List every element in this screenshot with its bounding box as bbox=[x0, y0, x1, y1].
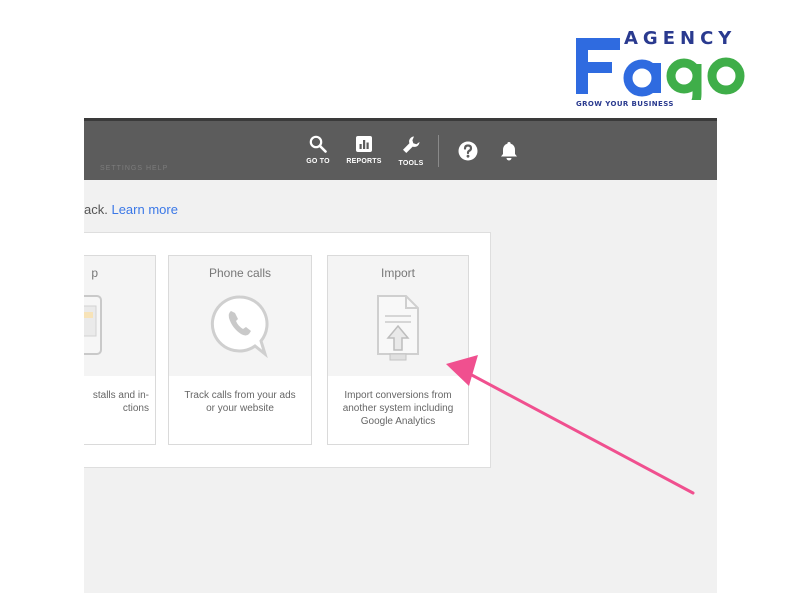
reports-icon bbox=[356, 136, 372, 152]
logo-tagline: GROW YOUR BUSINESS bbox=[576, 100, 674, 108]
card-app-description: stalls and in- ctions bbox=[92, 390, 149, 414]
goto-button[interactable]: GO TO bbox=[298, 135, 338, 165]
card-import-icon-wrap bbox=[328, 294, 468, 367]
help-button[interactable] bbox=[458, 141, 478, 166]
phone-call-icon bbox=[210, 295, 269, 358]
intro-text: ack. Learn more bbox=[84, 202, 178, 217]
card-import-description: Import conversions from another system i… bbox=[342, 390, 454, 427]
toolbar-divider bbox=[438, 135, 439, 167]
ads-screenshot: SETTINGS HELP GO TO REPORTS TOOLS ack. L… bbox=[84, 118, 717, 593]
wrench-icon bbox=[403, 136, 420, 153]
card-app[interactable]: p stalls and in- ctions bbox=[84, 255, 156, 445]
goto-label: GO TO bbox=[306, 158, 330, 165]
card-import[interactable]: Import Import conversions from another s… bbox=[327, 255, 469, 445]
agency-logo: AGENCY GROW YOUR BUSINESS bbox=[574, 28, 754, 114]
card-phone-icon-wrap bbox=[169, 294, 311, 363]
conversion-source-panel: p stalls and in- ctions Phone calls Trac bbox=[84, 232, 491, 468]
app-phone-icon bbox=[84, 295, 102, 355]
reports-button[interactable]: REPORTS bbox=[344, 135, 384, 165]
card-phone-title: Phone calls bbox=[208, 266, 272, 280]
card-app-title: p bbox=[91, 266, 98, 280]
tools-label: TOOLS bbox=[398, 160, 424, 167]
top-toolbar: SETTINGS HELP GO TO REPORTS TOOLS bbox=[84, 118, 717, 180]
logo-fago-wordmark bbox=[576, 38, 745, 100]
notifications-button[interactable] bbox=[500, 141, 518, 166]
card-app-icon-wrap bbox=[84, 294, 155, 361]
bell-icon bbox=[501, 142, 517, 161]
learn-more-link[interactable]: Learn more bbox=[111, 202, 177, 217]
intro-prefix: ack. bbox=[84, 202, 108, 217]
tools-button[interactable]: TOOLS bbox=[391, 135, 431, 167]
card-phone-calls[interactable]: Phone calls Track calls from your ads or… bbox=[168, 255, 312, 445]
toolbar-faint-text: SETTINGS HELP bbox=[100, 165, 169, 172]
card-phone-description: Track calls from your ads or your websit… bbox=[184, 390, 296, 414]
reports-label: REPORTS bbox=[346, 158, 382, 165]
import-file-icon bbox=[377, 295, 419, 361]
card-import-title: Import bbox=[380, 266, 415, 280]
help-icon bbox=[458, 141, 478, 161]
search-icon bbox=[309, 135, 327, 153]
